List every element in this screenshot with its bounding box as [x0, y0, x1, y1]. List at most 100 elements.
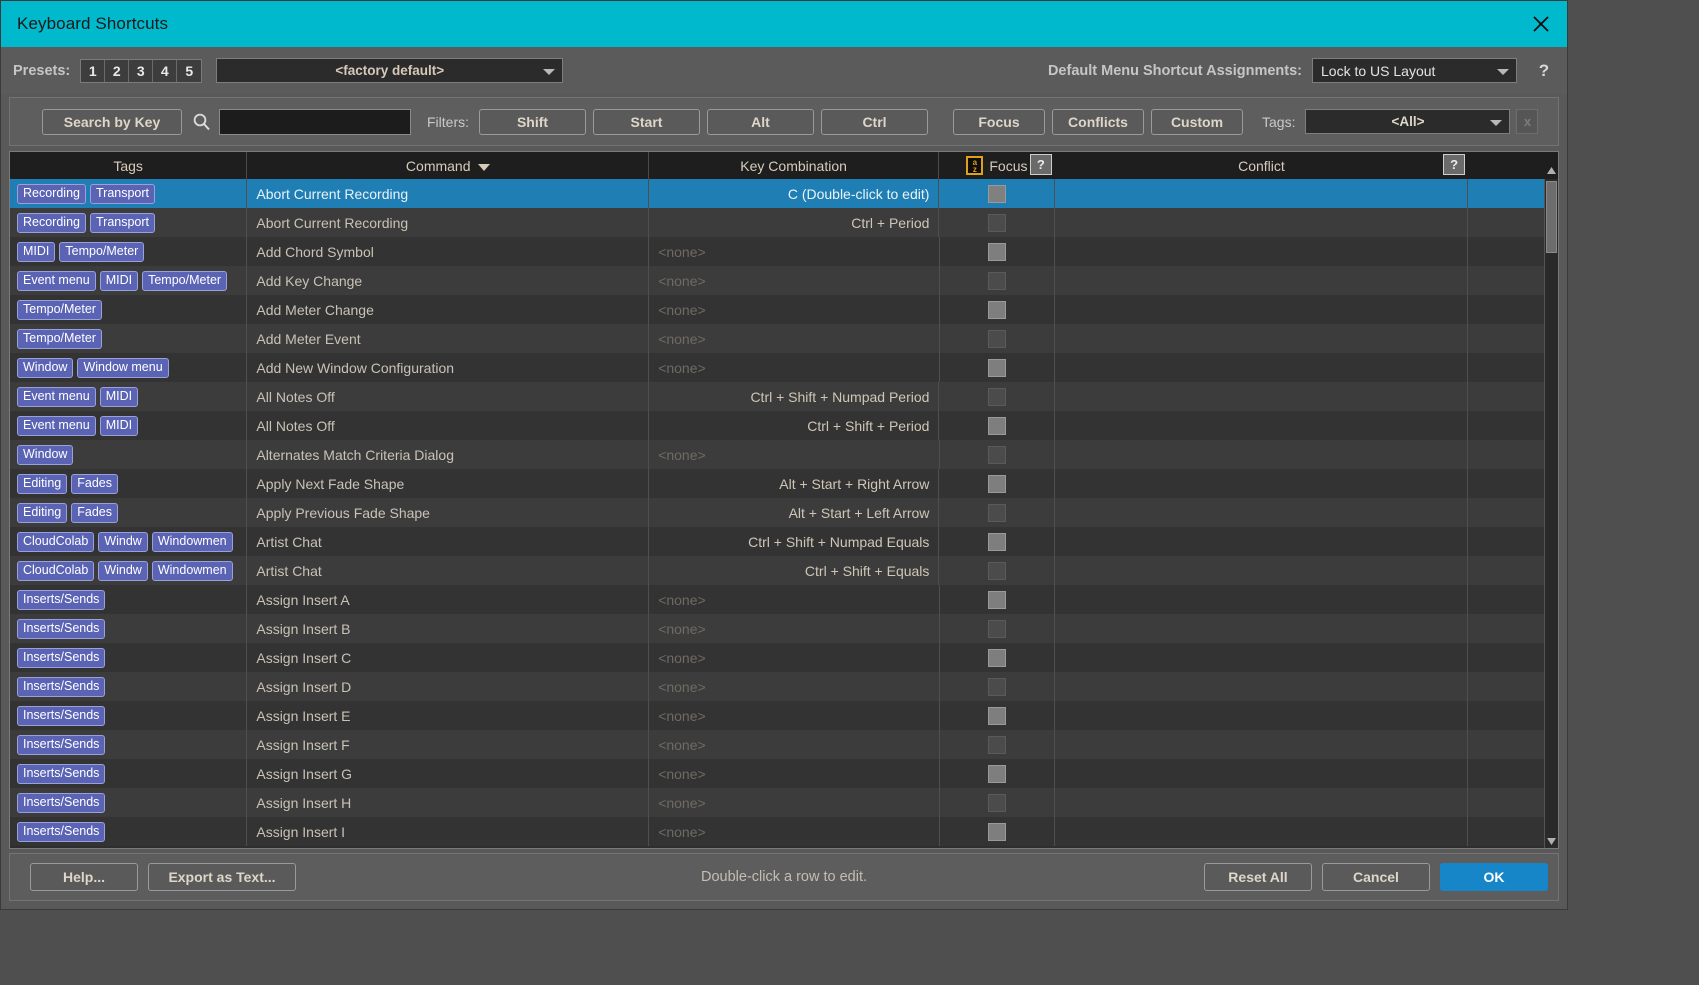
tag-chip[interactable]: Editing [17, 503, 67, 523]
tag-chip[interactable]: Windowmen [152, 561, 233, 581]
tag-chip[interactable]: Tempo/Meter [17, 300, 102, 320]
table-row[interactable]: Inserts/SendsAssign Insert E<none> [10, 701, 1558, 730]
preset-button-2[interactable]: 2 [105, 60, 129, 82]
focus-checkbox[interactable] [988, 359, 1006, 377]
focus-checkbox[interactable] [988, 591, 1006, 609]
tag-chip[interactable]: Recording [17, 184, 86, 204]
table-row[interactable]: RecordingTransportAbort Current Recordin… [10, 179, 1558, 208]
focus-checkbox[interactable] [988, 185, 1006, 203]
search-icon[interactable] [192, 112, 211, 131]
filter-focus-button[interactable]: Focus [953, 109, 1045, 135]
column-header-tags[interactable]: Tags [10, 152, 247, 179]
tag-chip[interactable]: Inserts/Sends [17, 735, 105, 755]
tag-chip[interactable]: MIDI [17, 242, 55, 262]
table-row[interactable]: CloudColabWindwWindowmenArtist ChatCtrl … [10, 527, 1558, 556]
table-row[interactable]: Inserts/SendsAssign Insert F<none> [10, 730, 1558, 759]
focus-checkbox[interactable] [988, 272, 1006, 290]
tag-chip[interactable]: Inserts/Sends [17, 822, 105, 842]
tag-chip[interactable]: Event menu [17, 416, 96, 436]
filter-conflicts-button[interactable]: Conflicts [1052, 109, 1144, 135]
cancel-button[interactable]: Cancel [1322, 863, 1430, 891]
focus-checkbox[interactable] [988, 765, 1006, 783]
focus-checkbox[interactable] [988, 446, 1006, 464]
focus-checkbox[interactable] [988, 562, 1006, 580]
menu-assignment-select[interactable]: Lock to US Layout [1312, 58, 1517, 83]
tag-chip[interactable]: Inserts/Sends [17, 648, 105, 668]
table-row[interactable]: CloudColabWindwWindowmenArtist ChatCtrl … [10, 556, 1558, 585]
tag-chip[interactable]: Windw [98, 532, 148, 552]
table-row[interactable]: Inserts/SendsAssign Insert I<none> [10, 817, 1558, 846]
focus-checkbox[interactable] [988, 330, 1006, 348]
scrollbar-thumb[interactable] [1546, 181, 1557, 253]
preset-button-4[interactable]: 4 [153, 60, 177, 82]
preset-button-1[interactable]: 1 [81, 60, 105, 82]
filter-start-button[interactable]: Start [593, 109, 700, 135]
table-row[interactable]: Inserts/SendsAssign Insert G<none> [10, 759, 1558, 788]
tag-chip[interactable]: Inserts/Sends [17, 793, 105, 813]
tag-chip[interactable]: Window [17, 358, 73, 378]
tag-chip[interactable]: Window [17, 445, 73, 465]
tag-chip[interactable]: Inserts/Sends [17, 677, 105, 697]
table-row[interactable]: EditingFadesApply Next Fade ShapeAlt + S… [10, 469, 1558, 498]
table-row[interactable]: WindowAlternates Match Criteria Dialog<n… [10, 440, 1558, 469]
table-row[interactable]: EditingFadesApply Previous Fade ShapeAlt… [10, 498, 1558, 527]
preset-select[interactable]: <factory default> [216, 58, 563, 83]
table-row[interactable]: WindowWindow menuAdd New Window Configur… [10, 353, 1558, 382]
column-header-focus[interactable]: a z Focus ? [939, 152, 1055, 179]
tag-chip[interactable]: Fades [71, 474, 118, 494]
tag-chip[interactable]: Event menu [17, 271, 96, 291]
help-button[interactable]: Help... [30, 863, 138, 891]
search-input[interactable] [219, 109, 411, 135]
tag-chip[interactable]: Editing [17, 474, 67, 494]
table-row[interactable]: Inserts/SendsAssign Insert H<none> [10, 788, 1558, 817]
table-row[interactable]: RecordingTransportAbort Current Recordin… [10, 208, 1558, 237]
focus-checkbox[interactable] [988, 504, 1006, 522]
table-row[interactable]: Inserts/SendsAssign Insert A<none> [10, 585, 1558, 614]
tag-chip[interactable]: Tempo/Meter [17, 329, 102, 349]
table-row[interactable]: Inserts/SendsAssign Insert B<none> [10, 614, 1558, 643]
close-icon[interactable] [1515, 1, 1567, 47]
help-question-icon[interactable]: ? [1533, 58, 1555, 84]
tag-chip[interactable]: MIDI [100, 416, 138, 436]
tags-clear-icon[interactable]: x [1516, 109, 1538, 134]
tag-chip[interactable]: Fades [71, 503, 118, 523]
table-row[interactable]: Event menuMIDIAll Notes OffCtrl + Shift … [10, 382, 1558, 411]
focus-checkbox[interactable] [988, 417, 1006, 435]
tag-chip[interactable]: CloudColab [17, 561, 94, 581]
focus-checkbox[interactable] [988, 649, 1006, 667]
preset-button-3[interactable]: 3 [129, 60, 153, 82]
table-row[interactable]: Tempo/MeterAdd Meter Change<none> [10, 295, 1558, 324]
tag-chip[interactable]: Tempo/Meter [59, 242, 144, 262]
column-header-conflict[interactable]: Conflict ? [1055, 152, 1468, 179]
focus-checkbox[interactable] [988, 823, 1006, 841]
tag-chip[interactable]: Windowmen [152, 532, 233, 552]
tag-chip[interactable]: MIDI [100, 387, 138, 407]
reset-all-button[interactable]: Reset All [1204, 863, 1312, 891]
conflict-help-icon[interactable]: ? [1443, 154, 1465, 175]
tag-chip[interactable]: Recording [17, 213, 86, 233]
tag-chip[interactable]: CloudColab [17, 532, 94, 552]
focus-checkbox[interactable] [988, 388, 1006, 406]
search-by-key-button[interactable]: Search by Key [42, 109, 182, 135]
export-as-text-button[interactable]: Export as Text... [148, 863, 296, 891]
focus-checkbox[interactable] [988, 243, 1006, 261]
filter-ctrl-button[interactable]: Ctrl [821, 109, 928, 135]
table-row[interactable]: Inserts/SendsAssign Insert D<none> [10, 672, 1558, 701]
tag-chip[interactable]: MIDI [100, 271, 138, 291]
filter-shift-button[interactable]: Shift [479, 109, 586, 135]
table-row[interactable]: MIDITempo/MeterAdd Chord Symbol<none> [10, 237, 1558, 266]
focus-checkbox[interactable] [988, 533, 1006, 551]
tag-chip[interactable]: Inserts/Sends [17, 619, 105, 639]
preset-button-5[interactable]: 5 [177, 60, 201, 82]
tag-chip[interactable]: Windw [98, 561, 148, 581]
focus-help-icon[interactable]: ? [1030, 154, 1052, 175]
column-header-key-combination[interactable]: Key Combination [649, 152, 939, 179]
focus-checkbox[interactable] [988, 301, 1006, 319]
focus-checkbox[interactable] [988, 678, 1006, 696]
ok-button[interactable]: OK [1440, 863, 1548, 891]
column-header-command[interactable]: Command [247, 152, 649, 179]
focus-checkbox[interactable] [988, 736, 1006, 754]
filter-custom-button[interactable]: Custom [1151, 109, 1243, 135]
scroll-down-icon[interactable] [1545, 835, 1558, 848]
focus-checkbox[interactable] [988, 620, 1006, 638]
